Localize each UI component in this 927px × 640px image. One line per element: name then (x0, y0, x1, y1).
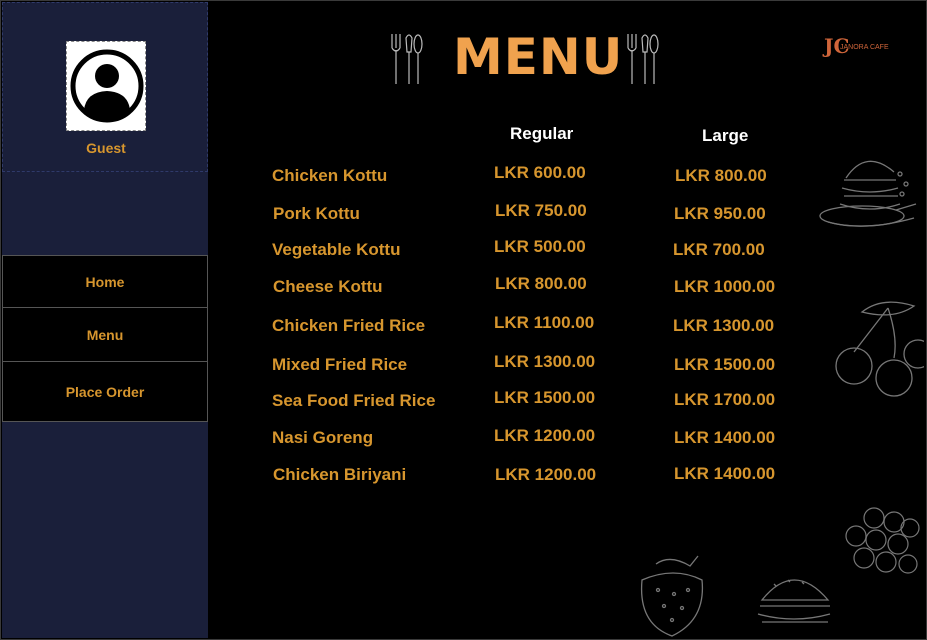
menu-item-name: Nasi Goreng (272, 428, 374, 447)
menu-item-name: Cheese Kottu (273, 277, 383, 296)
sidebar-item-label: Place Order (65, 383, 145, 400)
price-regular: LKR 600.00 (494, 163, 586, 182)
menu-item-name: Chicken Biriyani (273, 465, 407, 484)
sidebar-item-place-order[interactable]: Place Order (2, 362, 208, 422)
menu-item-name: Vegetable Kottu (272, 240, 401, 259)
price-regular: LKR 750.00 (495, 201, 587, 220)
logo-name: JANORA CAFE (840, 44, 889, 51)
price-regular: LKR 1500.00 (494, 388, 596, 407)
price-regular: LKR 1200.00 (494, 426, 596, 445)
price-regular: LKR 800.00 (495, 274, 587, 293)
price-large: LKR 1400.00 (674, 428, 776, 447)
price-large: LKR 1500.00 (674, 355, 776, 374)
sidebar-item-home[interactable]: Home (2, 255, 208, 308)
price-large: LKR 1700.00 (674, 390, 776, 409)
price-large: LKR 800.00 (675, 166, 767, 185)
column-header-regular: Regular (510, 124, 574, 143)
menu-item-name: Chicken Kottu (272, 166, 388, 185)
menu-item-name: Mixed Fried Rice (272, 355, 408, 374)
price-regular: LKR 500.00 (494, 237, 586, 256)
sidebar-nav: Home Menu Place Order (2, 255, 208, 422)
burger-sketch-icon (819, 160, 917, 227)
main-panel: MENU JC JANORA CAFE Regular Large Chicke… (208, 2, 924, 638)
cutlery-icon (627, 34, 659, 84)
burger-sketch-icon (757, 579, 831, 623)
price-large: LKR 700.00 (673, 240, 765, 259)
page-title: MENU (453, 28, 624, 86)
price-large: LKR 1000.00 (674, 277, 776, 296)
user-avatar-icon (70, 49, 144, 123)
avatar (66, 41, 146, 131)
berries-sketch-icon (845, 507, 920, 574)
cafe-logo: JC JANORA CAFE (824, 36, 889, 56)
price-large: LKR 1400.00 (674, 464, 776, 483)
sidebar-item-label: Menu (86, 326, 124, 343)
price-regular: LKR 1100.00 (494, 313, 595, 332)
column-header-large: Large (702, 126, 749, 145)
price-regular: LKR 1200.00 (495, 465, 597, 484)
strawberry-sketch-icon (640, 555, 704, 637)
cherries-sketch-icon (835, 301, 924, 397)
menu-item-name: Pork Kottu (273, 204, 360, 223)
user-label: Guest (86, 140, 126, 156)
sidebar-item-label: Home (85, 273, 125, 290)
price-large: LKR 1300.00 (673, 316, 775, 335)
price-regular: LKR 1300.00 (494, 352, 596, 371)
sidebar-item-menu[interactable]: Menu (2, 308, 208, 362)
price-large: LKR 950.00 (674, 204, 766, 223)
profile-panel: Guest (2, 2, 208, 172)
sidebar: Guest Home Menu Place Order (2, 2, 208, 638)
menu-item-name: Chicken Fried Rice (272, 316, 426, 335)
cutlery-icon (391, 34, 423, 84)
menu-item-name: Sea Food Fried Rice (272, 391, 436, 410)
